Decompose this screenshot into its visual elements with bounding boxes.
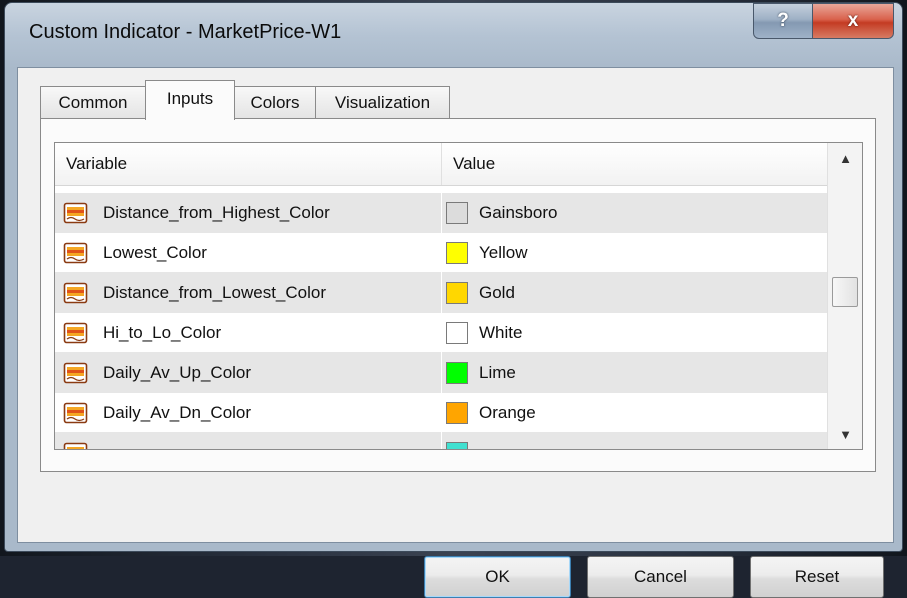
table-row[interactable]: Distance_from_Lowest_Color Gold: [55, 273, 827, 313]
cell-divider: [441, 353, 442, 393]
color-swatch[interactable]: [446, 402, 468, 424]
color-swatch[interactable]: [446, 202, 468, 224]
color-value[interactable]: White: [479, 313, 522, 353]
color-swatch[interactable]: [446, 442, 468, 449]
cell-divider: [441, 273, 442, 313]
input-parameter-icon: [63, 361, 89, 385]
window-title: Custom Indicator - MarketPrice-W1: [29, 21, 342, 43]
color-swatch[interactable]: [446, 282, 468, 304]
cell-divider: [441, 393, 442, 433]
dialog-client-area: Common Inputs Colors Visualization Varia…: [17, 67, 894, 598]
reset-button[interactable]: Reset: [750, 556, 884, 598]
scroll-up-arrow-icon[interactable]: ▲: [828, 143, 862, 173]
cancel-button[interactable]: Cancel: [587, 556, 734, 598]
inputs-table[interactable]: Variable Value Distance_from_Highest_Col…: [54, 142, 863, 450]
cell-divider: [441, 193, 442, 233]
color-value[interactable]: Lime: [479, 353, 516, 393]
input-parameter-icon: [63, 241, 89, 265]
input-parameter-icon: [63, 441, 89, 449]
table-row[interactable]: Daily_Av_Up_Color Lime: [55, 353, 827, 393]
table-header: Variable Value: [55, 143, 827, 186]
color-swatch[interactable]: [446, 242, 468, 264]
input-parameter-icon: [63, 281, 89, 305]
scroll-down-arrow-icon[interactable]: ▼: [828, 419, 862, 449]
color-value[interactable]: Yellow: [479, 233, 528, 273]
tab-colors[interactable]: Colors: [234, 86, 316, 118]
close-button[interactable]: x: [812, 3, 894, 39]
table-row[interactable]: Daily_Av_Dn_Color Orange: [55, 393, 827, 433]
tab-common[interactable]: Common: [40, 86, 146, 118]
variable-name: Distance_from_Lowest_Color: [103, 283, 326, 302]
help-button[interactable]: ?: [753, 3, 813, 39]
ok-button[interactable]: OK: [424, 556, 571, 598]
variable-name: Daily_Av_Dn_Color: [103, 403, 252, 422]
vertical-scrollbar[interactable]: ▲ ▼: [827, 143, 862, 449]
dialog-window: Custom Indicator - MarketPrice-W1 ? x Co…: [4, 2, 903, 598]
variable-name: Distance_from_Highest_Color: [103, 203, 330, 222]
input-parameter-icon: [63, 321, 89, 345]
color-value[interactable]: Gold: [479, 273, 515, 313]
variable-name: Daily_Av_Up_Color: [103, 363, 252, 382]
table-row[interactable]: Distance_from_Highest_Color Gainsboro: [55, 193, 827, 233]
cell-divider: [441, 233, 442, 273]
tab-inputs[interactable]: Inputs: [145, 80, 235, 120]
tab-visualization[interactable]: Visualization: [315, 86, 450, 118]
scrollbar-thumb[interactable]: [832, 277, 858, 307]
color-value[interactable]: Orange: [479, 393, 536, 433]
color-value[interactable]: Gainsboro: [479, 193, 557, 233]
column-header-variable[interactable]: Variable: [55, 143, 441, 185]
input-parameter-icon: [63, 401, 89, 425]
table-row[interactable]: Hi_to_Lo_Color White: [55, 313, 827, 353]
cell-divider: [441, 313, 442, 353]
variable-name: Lowest_Color: [103, 243, 207, 262]
input-parameter-icon: [63, 201, 89, 225]
variable-name: Hi_to_Lo_Color: [103, 323, 222, 342]
color-swatch[interactable]: [446, 362, 468, 384]
column-header-value[interactable]: Value: [442, 143, 827, 185]
color-swatch[interactable]: [446, 322, 468, 344]
table-row[interactable]: Lowest_Color Yellow: [55, 233, 827, 273]
cell-divider: [441, 433, 442, 449]
table-row[interactable]: [55, 433, 827, 449]
